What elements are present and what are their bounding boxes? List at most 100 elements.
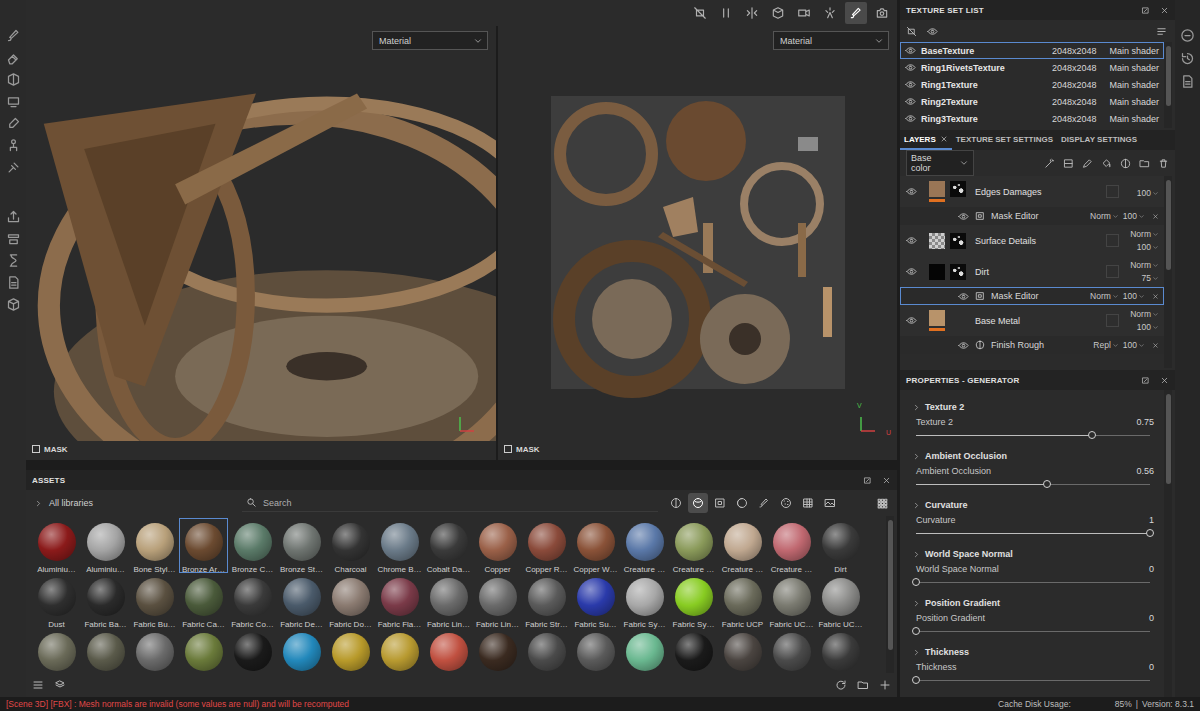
texture-set-row[interactable]: BaseTexture2048x2048Main shader <box>900 42 1164 59</box>
scrollbar[interactable] <box>886 516 894 673</box>
close-icon[interactable] <box>1152 293 1159 300</box>
viewport-canvas[interactable] <box>26 53 496 441</box>
effect-opacity[interactable]: 100 <box>1123 340 1145 350</box>
slider[interactable] <box>916 575 1154 589</box>
asset-item[interactable]: Fabric Sy… <box>669 573 718 628</box>
asset-item[interactable]: Aluminiu… <box>81 518 130 573</box>
layers-icon[interactable] <box>54 679 66 691</box>
asset-item[interactable] <box>522 628 571 673</box>
channel-dropdown[interactable]: Base color <box>906 150 974 176</box>
asset-item[interactable] <box>326 628 375 673</box>
scrollbar[interactable] <box>1164 42 1172 128</box>
slider[interactable] <box>916 673 1154 687</box>
texture-set-row[interactable]: Ring1RivetsTexture2048x2048Main shader <box>900 59 1164 76</box>
blend-mode[interactable]: Norm <box>1090 211 1119 221</box>
library-breadcrumb[interactable]: All libraries <box>34 498 234 508</box>
section-title[interactable]: Curvature <box>912 497 1154 513</box>
folder-icon[interactable] <box>857 679 869 691</box>
asset-item[interactable] <box>473 628 522 673</box>
asset-item[interactable]: Bone Styl… <box>130 518 179 573</box>
scrollbar[interactable] <box>1164 390 1172 697</box>
smudge-icon[interactable] <box>6 160 21 175</box>
asset-item[interactable]: Bronze Ar… <box>179 518 228 573</box>
panel-tab[interactable]: LAYERS <box>900 130 952 150</box>
projection-icon[interactable] <box>6 72 21 87</box>
asset-filter[interactable] <box>710 493 730 513</box>
eye-icon[interactable] <box>906 235 917 246</box>
wand-icon[interactable] <box>1044 158 1055 169</box>
blend-mode[interactable]: Norm <box>1130 309 1159 319</box>
slider[interactable] <box>916 526 1154 540</box>
asset-item[interactable]: Aluminiu… <box>32 518 81 573</box>
asset-item[interactable]: Creature … <box>718 518 767 573</box>
eye-icon[interactable] <box>905 96 916 107</box>
asset-item[interactable] <box>718 628 767 673</box>
asset-item[interactable] <box>767 628 816 673</box>
popout-icon[interactable] <box>1141 6 1150 15</box>
scrollbar[interactable] <box>1164 176 1172 368</box>
asset-filter[interactable] <box>798 493 818 513</box>
asset-item[interactable]: Fabric UC… <box>816 573 865 628</box>
asset-item[interactable]: Charcoal <box>326 518 375 573</box>
asset-item[interactable] <box>620 628 669 673</box>
list-icon[interactable] <box>32 679 44 691</box>
slider[interactable] <box>916 477 1154 491</box>
asset-item[interactable]: Dirt <box>816 518 865 573</box>
folder-icon[interactable] <box>1139 158 1150 169</box>
panel-tab[interactable]: DISPLAY SETTINGS <box>1057 130 1141 150</box>
viewport-tool[interactable] <box>845 2 867 24</box>
section-title[interactable]: World Space Normal <box>912 546 1154 562</box>
asset-item[interactable]: Fabric Lin… <box>424 573 473 628</box>
asset-item[interactable]: Fabric Co… <box>228 573 277 628</box>
close-icon[interactable] <box>1160 376 1169 385</box>
viewport[interactable]: MaterialMASK <box>26 26 496 460</box>
history-icon[interactable] <box>1180 51 1195 66</box>
asset-item[interactable] <box>277 628 326 673</box>
slider[interactable] <box>916 624 1154 638</box>
asset-item[interactable] <box>179 628 228 673</box>
asset-filter[interactable] <box>666 493 686 513</box>
eye-icon[interactable] <box>958 291 969 302</box>
eye-icon[interactable] <box>958 340 969 351</box>
mask-toggle[interactable]: MASK <box>32 445 68 454</box>
asset-item[interactable]: Fabric UCP <box>718 573 767 628</box>
layer-opacity[interactable]: 100 <box>1137 322 1159 332</box>
eye-icon[interactable] <box>906 186 917 197</box>
blend-mode[interactable]: Norm <box>1090 291 1119 301</box>
layer-row[interactable]: Base MetalNorm100 <box>900 305 1164 336</box>
asset-item[interactable] <box>228 628 277 673</box>
texture-set-row[interactable]: Ring2Texture2048x2048Main shader <box>900 93 1164 110</box>
asset-item[interactable] <box>32 628 81 673</box>
effect-opacity[interactable]: 100 <box>1123 211 1145 221</box>
layer-opacity[interactable]: 100 <box>1137 242 1159 252</box>
asset-item[interactable]: Creature … <box>767 518 816 573</box>
asset-item[interactable]: Fabric UC… <box>767 573 816 628</box>
section-title[interactable]: Ambient Occlusion <box>912 448 1154 464</box>
picker-icon[interactable] <box>6 116 21 131</box>
asset-item[interactable]: Fabric Ca… <box>179 573 228 628</box>
close-icon[interactable] <box>1160 6 1169 15</box>
asset-filter[interactable] <box>754 493 774 513</box>
layer-row[interactable]: Edges Damages100 <box>900 176 1164 207</box>
asset-item[interactable]: Fabric Fla… <box>375 573 424 628</box>
doc-icon[interactable] <box>1180 74 1195 89</box>
asset-item[interactable] <box>130 628 179 673</box>
layer-row[interactable]: DirtNorm75 <box>900 256 1164 287</box>
asset-item[interactable]: Bronze St… <box>277 518 326 573</box>
trash-icon[interactable] <box>1158 158 1169 169</box>
close-icon[interactable] <box>940 135 948 143</box>
layer-checkbox[interactable] <box>1106 314 1119 327</box>
effect-row[interactable]: Mask EditorNorm100 <box>900 287 1164 305</box>
asset-item[interactable]: Fabric Str… <box>522 573 571 628</box>
asset-item[interactable]: Copper <box>473 518 522 573</box>
eye-icon[interactable] <box>927 26 938 37</box>
viewport-tool[interactable] <box>715 2 737 24</box>
close-icon[interactable] <box>1152 342 1159 349</box>
viewport-tool[interactable] <box>793 2 815 24</box>
eye-icon[interactable] <box>906 315 917 326</box>
effect-row[interactable]: Mask EditorNorm100 <box>900 207 1164 225</box>
eye-icon[interactable] <box>905 45 916 56</box>
section-title[interactable]: Texture 2 <box>912 399 1154 415</box>
viewport-tool[interactable] <box>689 2 711 24</box>
grid-view-icon[interactable] <box>876 497 889 510</box>
